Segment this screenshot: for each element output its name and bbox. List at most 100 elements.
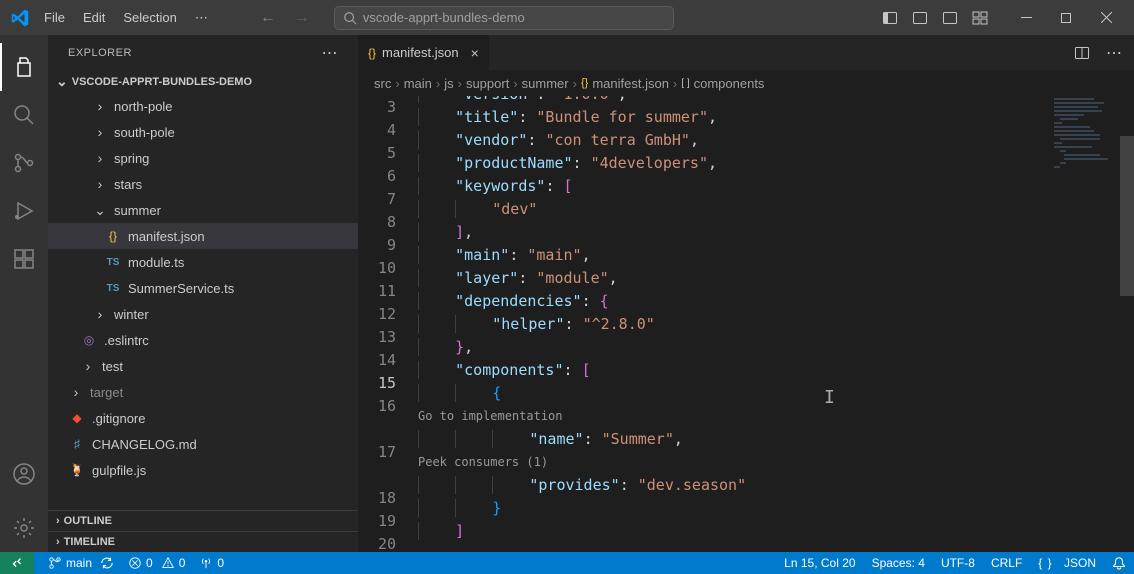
line-number: 19 — [358, 510, 396, 533]
menu-edit[interactable]: Edit — [75, 6, 113, 30]
line-gutter: 34567891011121314151617181920 — [358, 96, 418, 552]
line-number: 4 — [358, 119, 396, 142]
line-number: 8 — [358, 211, 396, 234]
line-number: 20 — [358, 533, 396, 552]
sidebar-header: EXPLORER ⋯ — [48, 35, 358, 70]
minimap[interactable] — [1048, 96, 1120, 552]
sidebar-actions-icon[interactable]: ⋯ — [322, 43, 339, 63]
outline-panel[interactable]: › OUTLINE — [48, 510, 358, 531]
command-center[interactable]: vscode-apprt-bundles-demo — [334, 6, 674, 30]
extensions-icon[interactable] — [0, 235, 48, 283]
folder-south-pole[interactable]: ›south-pole — [48, 119, 358, 145]
folder-test[interactable]: ›test — [48, 353, 358, 379]
line-number: 5 — [358, 142, 396, 165]
code-editor[interactable]: 34567891011121314151617181920 "version":… — [358, 96, 1134, 552]
chevron-right-icon: › — [68, 384, 84, 400]
code-line: ], — [418, 221, 1134, 244]
editor-more-icon[interactable]: ⋯ — [1106, 43, 1122, 63]
minimize-button[interactable] — [1006, 0, 1046, 35]
code-line: "layer": "module", — [418, 267, 1134, 290]
git-branch[interactable]: main — [48, 556, 114, 570]
toggle-secondary-sidebar-icon[interactable] — [942, 10, 958, 26]
split-editor-icon[interactable] — [1074, 45, 1090, 61]
folder-north-pole[interactable]: ›north-pole — [48, 93, 358, 119]
line-number — [358, 464, 396, 487]
tab-label: manifest.json — [382, 45, 459, 60]
line-number: 12 — [358, 303, 396, 326]
customize-layout-icon[interactable] — [972, 10, 988, 26]
layout-controls — [882, 10, 988, 26]
remote-indicator[interactable] — [0, 552, 34, 574]
line-number: 14 — [358, 349, 396, 372]
status-bar: main 0 0 0 Ln 15, Col 20 Spaces: 4 UTF-8… — [0, 552, 1134, 574]
nav-back-icon[interactable]: ← — [260, 9, 276, 27]
editor-tabs: {} manifest.json × ⋯ — [358, 35, 1134, 70]
toggle-panel-icon[interactable] — [912, 10, 928, 26]
close-tab-icon[interactable]: × — [471, 45, 479, 61]
indentation[interactable]: Spaces: 4 — [872, 556, 925, 570]
menu-selection[interactable]: Selection — [115, 6, 184, 30]
breadcrumbs[interactable]: src› main› js› support› summer› {} manif… — [358, 70, 1134, 96]
explorer-icon[interactable] — [0, 43, 48, 91]
language-mode[interactable]: { } JSON — [1038, 556, 1096, 570]
toggle-primary-sidebar-icon[interactable] — [882, 10, 898, 26]
code-line: { — [418, 382, 1134, 405]
folder-spring[interactable]: ›spring — [48, 145, 358, 171]
file-gulpfile.js[interactable]: 🍹gulpfile.js — [48, 457, 358, 483]
code-line: "dev" — [418, 198, 1134, 221]
menu-file[interactable]: File — [36, 6, 73, 30]
close-button[interactable] — [1086, 0, 1126, 35]
settings-gear-icon[interactable] — [0, 504, 48, 552]
tree-item-label: summer — [114, 203, 161, 218]
json-file-icon: {} — [581, 77, 588, 89]
line-number: 10 — [358, 257, 396, 280]
project-name: VSCODE-APPRT-BUNDLES-DEMO — [72, 76, 252, 88]
eol[interactable]: CRLF — [991, 556, 1022, 570]
folder-stars[interactable]: ›stars — [48, 171, 358, 197]
folder-winter[interactable]: ›winter — [48, 301, 358, 327]
chevron-down-icon: ⌄ — [92, 202, 108, 219]
file-.eslintrc[interactable]: ◎.eslintrc — [48, 327, 358, 353]
code-line: "provides": "dev.season" — [418, 474, 1134, 497]
ports[interactable]: 0 — [199, 556, 224, 570]
file-SummerService.ts[interactable]: TSSummerService.ts — [48, 275, 358, 301]
encoding[interactable]: UTF-8 — [941, 556, 975, 570]
code-line: "version": "1.0.0", — [418, 96, 1134, 106]
tree-item-label: winter — [114, 307, 149, 322]
cursor-position[interactable]: Ln 15, Col 20 — [784, 556, 855, 570]
codelens-link[interactable]: Peek consumers (1) — [418, 451, 1134, 474]
codelens-link[interactable]: Go to implementation — [418, 405, 1134, 428]
line-number: 6 — [358, 165, 396, 188]
scrollbar-thumb[interactable] — [1120, 136, 1134, 296]
run-debug-icon[interactable] — [0, 187, 48, 235]
editor-group: {} manifest.json × ⋯ src› main› js› supp… — [358, 35, 1134, 552]
vertical-scrollbar[interactable] — [1120, 96, 1134, 552]
folder-target[interactable]: ›target — [48, 379, 358, 405]
code-content[interactable]: "version": "1.0.0", "title": "Bundle for… — [418, 96, 1134, 552]
folder-summer[interactable]: ⌄ summer — [48, 197, 358, 223]
tab-manifest-json[interactable]: {} manifest.json × — [358, 35, 490, 70]
file-.gitignore[interactable]: ◆.gitignore — [48, 405, 358, 431]
project-root[interactable]: ⌄ VSCODE-APPRT-BUNDLES-DEMO — [48, 70, 358, 93]
file-module.ts[interactable]: TSmodule.ts — [48, 249, 358, 275]
sync-icon[interactable] — [100, 556, 114, 570]
timeline-panel[interactable]: › TIMELINE — [48, 531, 358, 552]
ts-file-icon: TS — [104, 283, 122, 294]
maximize-button[interactable] — [1046, 0, 1086, 35]
notifications-icon[interactable] — [1112, 556, 1126, 570]
code-line: "title": "Bundle for summer", — [418, 106, 1134, 129]
accounts-icon[interactable] — [0, 450, 48, 498]
nav-forward-icon[interactable]: → — [294, 9, 310, 27]
editor-tab-actions: ⋯ — [1062, 35, 1134, 70]
line-number: 11 — [358, 280, 396, 303]
search-icon[interactable] — [0, 91, 48, 139]
git-file-icon: ◆ — [68, 411, 86, 425]
code-line: "productName": "4developers", — [418, 152, 1134, 175]
branch-icon — [48, 556, 62, 570]
problems[interactable]: 0 0 — [128, 556, 185, 570]
menu-overflow[interactable]: ⋯ — [187, 6, 216, 30]
file-CHANGELOG.md[interactable]: ♯CHANGELOG.md — [48, 431, 358, 457]
source-control-icon[interactable] — [0, 139, 48, 187]
line-number: 9 — [358, 234, 396, 257]
file-manifest.json[interactable]: {}manifest.json — [48, 223, 358, 249]
